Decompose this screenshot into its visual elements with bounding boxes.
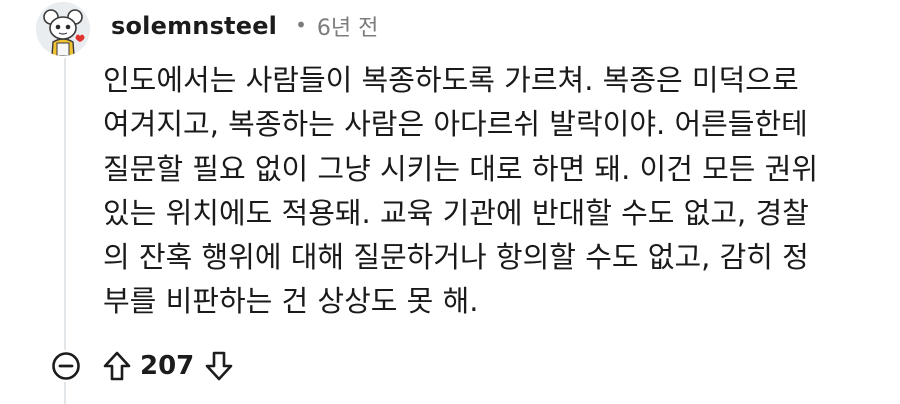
author-username[interactable]: solemnsteel [111, 12, 277, 40]
comment-line: 여겨지고, 복종하는 사람은 아다르쉬 발락이야. 어른들한테 [103, 107, 808, 142]
snoo-avatar-icon [36, 2, 90, 56]
comment-line: 인도에서는 사람들이 복종하도록 가르쳐. 복종은 미덕으로 [103, 63, 799, 97]
comment-line: 부를 비판하는 건 상상도 못 해. [103, 284, 479, 319]
comment-line: 있는 위치에도 적용돼. 교육 기관에 반대할 수도 없고, 경찰 [103, 195, 809, 230]
minus-circle-icon [52, 352, 80, 380]
upvote-button[interactable] [100, 348, 134, 384]
comment-line: 의 잔혹 행위에 대해 질문하거나 항의할 수도 없고, 감히 정 [103, 240, 809, 275]
comment-header: solemnsteel • 6년 전 [111, 6, 378, 46]
collapse-button[interactable] [50, 350, 82, 382]
avatar[interactable] [36, 2, 90, 56]
meta-separator: • [295, 13, 307, 37]
comment-line: 질문할 필요 없이 그냥 시키는 대로 하면 돼. 이건 모든 권위 [103, 151, 819, 186]
comment-actions: 207 [50, 344, 236, 388]
arrow-down-icon [205, 351, 233, 381]
arrow-up-icon [103, 351, 131, 381]
downvote-button[interactable] [202, 348, 236, 384]
timestamp[interactable]: 6년 전 [317, 10, 378, 42]
vote-score: 207 [140, 351, 195, 381]
comment-body: 인도에서는 사람들이 복종하도록 가르쳐. 복종은 미덕으로 여겨지고, 복종하… [103, 58, 873, 324]
